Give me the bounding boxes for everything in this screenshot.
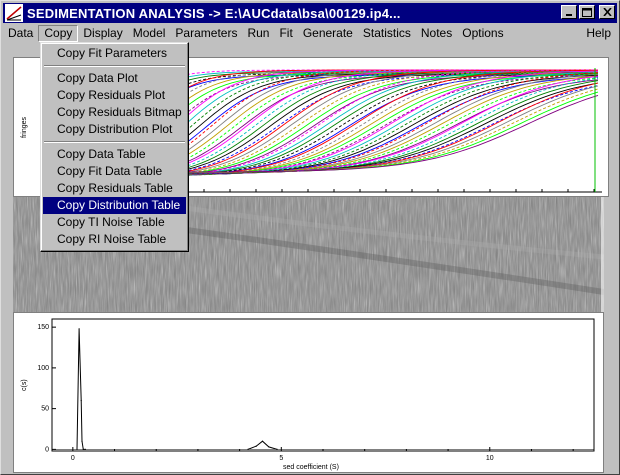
maximize-button[interactable]: [579, 5, 595, 19]
distribution-plot[interactable]: 0 5 10 0 50 100 150 sed coefficient (S) c(s): [13, 312, 604, 473]
app-icon[interactable]: [5, 4, 23, 22]
menu-item-copy-ri-noise-table[interactable]: Copy RI Noise Table: [43, 231, 186, 248]
menu-item-copy-residuals-table[interactable]: Copy Residuals Table: [43, 180, 186, 197]
cs-series-line: [76, 328, 86, 450]
cs-point: [80, 399, 82, 402]
cs-point: [255, 445, 257, 447]
cs-point: [81, 440, 83, 442]
menu-notes[interactable]: Notes: [416, 25, 457, 42]
x-axis-label: sed coefficient (S): [283, 464, 339, 471]
menu-item-copy-fit-data-table[interactable]: Copy Fit Data Table: [43, 163, 186, 180]
menu-item-copy-distribution-plot[interactable]: Copy Distribution Plot: [43, 121, 186, 138]
minimize-button[interactable]: [561, 5, 577, 19]
menu-item-copy-residuals-bitmap[interactable]: Copy Residuals Bitmap: [43, 104, 186, 121]
menu-run[interactable]: Run: [242, 25, 274, 42]
main-window: SEDIMENTATION ANALYSIS -> E:\AUCdata\bsa…: [0, 0, 620, 475]
x-tick-label: 5: [279, 455, 283, 462]
cs-point: [268, 446, 270, 448]
x-tick-label: 10: [486, 455, 494, 462]
menu-display[interactable]: Display: [78, 25, 127, 42]
cs-series-line: [247, 440, 278, 450]
title-bar[interactable]: SEDIMENTATION ANALYSIS -> E:\AUCdata\bsa…: [3, 3, 617, 23]
y-tick-label: 100: [37, 365, 49, 372]
y-tick-label: 150: [37, 324, 49, 331]
menu-options[interactable]: Options: [457, 25, 508, 42]
copy-menu-dropdown: Copy Fit Parameters Copy Data Plot Copy …: [40, 42, 189, 252]
y-tick-label: 0: [45, 446, 49, 453]
menu-item-copy-residuals-plot[interactable]: Copy Residuals Plot: [43, 87, 186, 104]
scan-ylabel: fringes: [21, 116, 28, 138]
y-axis-label: c(s): [21, 379, 28, 391]
menu-item-copy-ti-noise-table[interactable]: Copy TI Noise Table: [43, 214, 186, 231]
cs-point: [78, 328, 80, 330]
y-tick-label: 50: [41, 406, 49, 413]
menu-model[interactable]: Model: [128, 25, 171, 42]
menu-item-copy-data-table[interactable]: Copy Data Table: [43, 146, 186, 163]
menu-generate[interactable]: Generate: [298, 25, 358, 42]
menu-parameters[interactable]: Parameters: [170, 25, 242, 42]
menu-statistics[interactable]: Statistics: [358, 25, 416, 42]
plot-frame: [51, 318, 595, 452]
menu-item-copy-distribution-table[interactable]: Copy Distribution Table: [43, 197, 186, 214]
menu-copy[interactable]: Copy: [38, 25, 79, 42]
menu-separator: [43, 62, 186, 70]
window-title: SEDIMENTATION ANALYSIS -> E:\AUCdata\bsa…: [27, 5, 401, 21]
close-button[interactable]: [599, 5, 615, 19]
menu-item-copy-fit-parameters[interactable]: Copy Fit Parameters: [43, 45, 186, 62]
menu-item-copy-data-plot[interactable]: Copy Data Plot: [43, 70, 186, 87]
cs-point: [261, 440, 264, 442]
x-tick-label: 0: [71, 455, 75, 462]
menu-bar: Data Copy Display Model Parameters Run F…: [3, 24, 617, 43]
menu-data[interactable]: Data: [3, 25, 38, 42]
menu-fit[interactable]: Fit: [274, 25, 297, 42]
menu-help[interactable]: Help: [581, 25, 617, 42]
menu-separator: [43, 138, 186, 146]
